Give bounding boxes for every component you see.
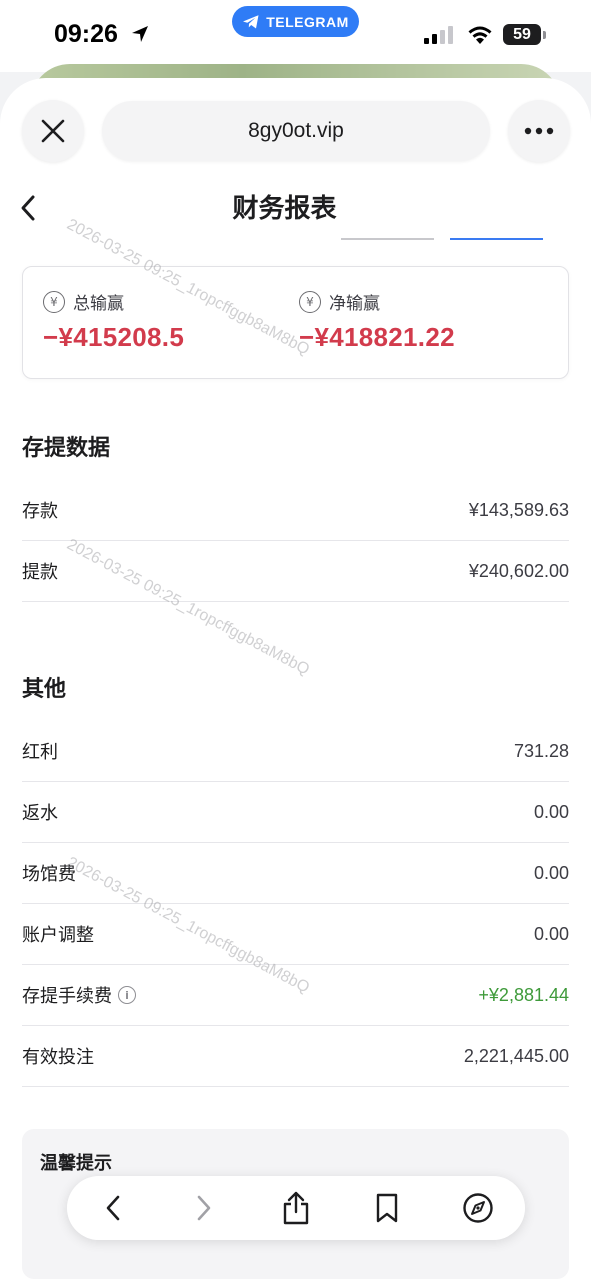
net-win-loss-label: 净输赢 — [329, 294, 380, 314]
telegram-pill[interactable]: TELEGRAM — [232, 6, 359, 37]
more-button[interactable] — [508, 100, 570, 162]
deposit-section-title: 存提数据 — [22, 436, 111, 461]
row-value: 0.00 — [533, 862, 569, 883]
telegram-label: TELEGRAM — [266, 13, 349, 30]
row-label: 存款 — [22, 501, 58, 522]
row-value: ¥143,589.63 — [468, 499, 569, 520]
yen-icon: ¥ — [299, 290, 321, 313]
bookmark-icon — [376, 1193, 398, 1223]
row-label: 红利 — [22, 742, 58, 763]
list-item-bonus: 红利 731.28 — [22, 721, 569, 782]
browser-bar: 8gy0ot.vip — [0, 78, 591, 182]
signal-icon — [424, 26, 453, 44]
bookmark-button[interactable] — [365, 1186, 409, 1230]
share-icon — [283, 1191, 309, 1225]
net-win-loss-value: −¥418821.22 — [299, 322, 455, 352]
yen-icon: ¥ — [43, 290, 65, 313]
telegram-icon — [243, 14, 259, 28]
row-value: 0.00 — [533, 801, 569, 822]
tab-indicator-inactive[interactable] — [341, 238, 434, 240]
total-win-loss-label: 总输赢 — [73, 294, 124, 314]
back-nav-button[interactable] — [91, 1186, 135, 1230]
row-label: 有效投注 — [22, 1047, 94, 1068]
list-item-venue-fee: 场馆费 0.00 — [22, 843, 569, 904]
row-label: 账户调整 — [22, 925, 94, 946]
tips-title: 温馨提示 — [40, 1153, 112, 1174]
info-icon[interactable]: i — [118, 986, 136, 1004]
summary-card: ¥ 总输赢 −¥415208.5 ¥ 净输赢 −¥418821.22 — [22, 266, 569, 379]
compass-button[interactable] — [456, 1186, 500, 1230]
tab-indicator-active[interactable] — [450, 238, 543, 240]
page-title: 财务报表 — [232, 194, 337, 224]
list-item-withdrawal: 提款 ¥240,602.00 — [22, 541, 569, 602]
browser-sheet: 8gy0ot.vip 财务报表 ¥ 总输赢 −¥415208.5 ¥ 净输赢 −… — [0, 78, 591, 1280]
row-value: 2,221,445.00 — [463, 1045, 569, 1066]
row-label: 场馆费 — [22, 864, 76, 885]
list-item-handling-fee: 存提手续费 i +¥2,881.44 — [22, 965, 569, 1026]
share-button[interactable] — [274, 1186, 318, 1230]
close-button[interactable] — [22, 100, 84, 162]
url-bar[interactable]: 8gy0ot.vip — [102, 101, 490, 161]
wifi-icon — [468, 26, 492, 44]
compass-icon — [463, 1193, 493, 1223]
row-value: ¥240,602.00 — [468, 560, 569, 581]
battery-indicator: 59 — [503, 24, 541, 45]
total-win-loss: ¥ 总输赢 −¥415208.5 — [43, 289, 184, 353]
row-label: 提款 — [22, 562, 58, 583]
other-section-title: 其他 — [22, 677, 67, 702]
battery-cap — [543, 31, 546, 39]
page-header: 财务报表 — [0, 178, 591, 238]
net-win-loss: ¥ 净输赢 −¥418821.22 — [299, 289, 455, 353]
chevron-right-icon — [197, 1195, 211, 1221]
location-arrow-icon — [132, 26, 148, 42]
row-label: 存提手续费 — [22, 986, 112, 1007]
chevron-left-icon — [106, 1195, 120, 1221]
browser-toolbar — [67, 1176, 525, 1240]
url-text: 8gy0ot.vip — [248, 119, 344, 142]
more-icon — [524, 127, 554, 135]
row-value: +¥2,881.44 — [478, 984, 569, 1005]
row-value: 0.00 — [533, 923, 569, 944]
status-time: 09:26 — [54, 20, 118, 48]
status-bar: 09:26 TELEGRAM 59 — [0, 0, 591, 72]
list-item-rebate: 返水 0.00 — [22, 782, 569, 843]
total-win-loss-value: −¥415208.5 — [43, 322, 185, 352]
row-label: 返水 — [22, 803, 58, 824]
forward-nav-button[interactable] — [182, 1186, 226, 1230]
list-item-valid-bets: 有效投注 2,221,445.00 — [22, 1026, 569, 1087]
list-item-account-adjustment: 账户调整 0.00 — [22, 904, 569, 965]
close-icon — [41, 119, 65, 143]
list-item-deposit: 存款 ¥143,589.63 — [22, 480, 569, 541]
row-value: 731.28 — [513, 740, 569, 761]
